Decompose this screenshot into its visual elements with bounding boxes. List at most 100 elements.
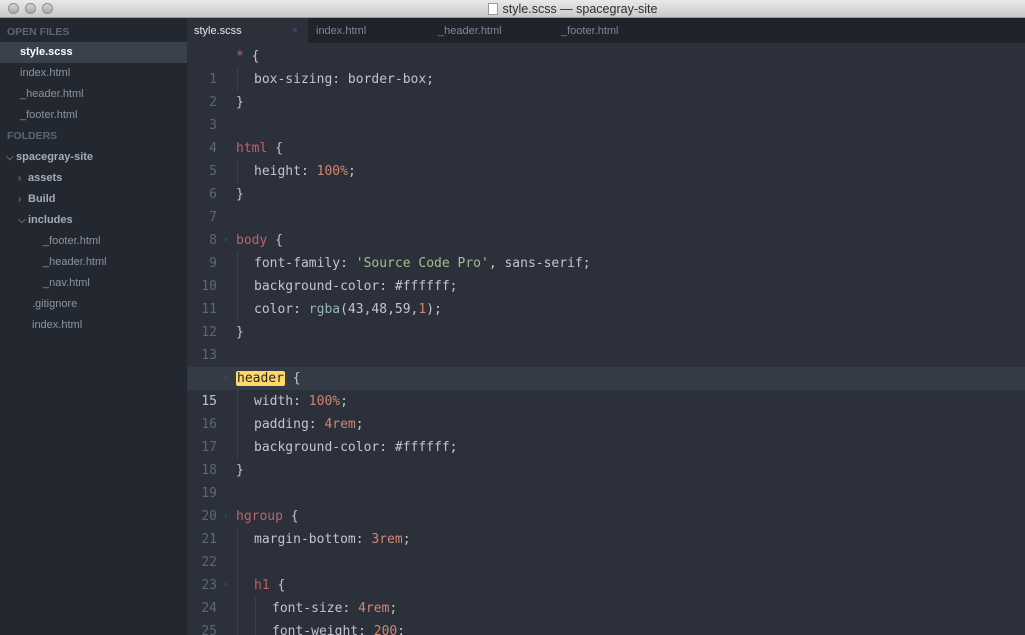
- semicolon: ;: [347, 164, 356, 179]
- brace: }: [236, 95, 244, 110]
- fold-arrow-icon[interactable]: ›: [223, 574, 228, 597]
- tab-header-html[interactable]: _header.html: [438, 18, 502, 43]
- css-value: , sans-serif;: [488, 256, 591, 271]
- code-editor[interactable]: 1 * { 2 box-sizing: border-box; 3 } 4 5 …: [187, 43, 1025, 635]
- code-line: 16 width: 100%;: [187, 390, 1025, 432]
- code-line: 18 background-color: #ffffff;: [187, 436, 1025, 478]
- fold-arrow-icon[interactable]: ›: [223, 229, 228, 252]
- open-file-header-html[interactable]: _header.html: [20, 84, 84, 105]
- code-line: 5 html {: [187, 137, 1025, 179]
- css-property: margin-bottom:: [254, 532, 372, 547]
- css-property: color:: [254, 302, 309, 317]
- brace: }: [236, 187, 244, 202]
- code-line: 13 }: [187, 321, 1025, 363]
- semicolon: );: [426, 302, 442, 317]
- css-value: 100%: [308, 394, 341, 409]
- css-value: 3rem: [371, 532, 403, 547]
- css-property: height:: [254, 164, 317, 179]
- title-bar: style.scss — spacegray-site: [0, 0, 1025, 18]
- code-line: 25 font-size: 4rem;: [187, 597, 1025, 635]
- file-gitignore[interactable]: .gitignore: [32, 294, 77, 315]
- folder-assets[interactable]: › assets: [18, 168, 62, 189]
- css-selector: hgroup: [236, 509, 283, 524]
- code-line: 1 * {: [187, 45, 1025, 87]
- css-selector: h1: [254, 578, 270, 593]
- code-line: 14: [187, 344, 1025, 386]
- code-line: 19 }: [187, 459, 1025, 501]
- folder-spacegray-site[interactable]: ⌵ spacegray-site: [6, 147, 93, 168]
- brace: }: [236, 325, 244, 340]
- css-declaration: background-color: #ffffff;: [254, 440, 458, 455]
- file-index-html[interactable]: index.html: [32, 315, 82, 336]
- fold-arrow-icon[interactable]: ›: [223, 367, 228, 390]
- brace: {: [282, 509, 299, 524]
- folder-label: assets: [28, 172, 63, 184]
- brace: {: [284, 371, 301, 386]
- open-file-footer-html[interactable]: _footer.html: [20, 105, 77, 126]
- brace: }: [236, 463, 244, 478]
- css-declaration: background-color: #ffffff;: [254, 279, 458, 294]
- code-line: 10 font-family: 'Source Code Pro', sans-…: [187, 252, 1025, 294]
- semicolon: ;: [355, 417, 364, 432]
- folder-label: includes: [28, 214, 73, 226]
- tab-bar: style.scss × index.html _header.html _fo…: [187, 18, 1025, 43]
- tab-label: index.html: [316, 25, 367, 37]
- css-value: 200: [373, 624, 398, 635]
- code-line: 4: [187, 114, 1025, 156]
- css-args: (43,48,59,: [340, 302, 419, 317]
- window-title-area: style.scss — spacegray-site: [0, 1, 1025, 17]
- brace: {: [267, 141, 283, 156]
- tab-footer-html[interactable]: _footer.html: [561, 18, 618, 43]
- css-string: 'Source Code Pro': [355, 256, 489, 271]
- folder-label: Build: [28, 193, 56, 205]
- semicolon: ;: [389, 601, 398, 616]
- highlighted-selector: header: [236, 371, 285, 386]
- folders-header: FOLDERS: [7, 130, 58, 142]
- css-property: width:: [254, 394, 309, 409]
- code-line: 9 › body {: [187, 229, 1025, 271]
- open-file-index-html[interactable]: index.html: [20, 63, 70, 84]
- fold-arrow-icon[interactable]: ›: [223, 505, 228, 528]
- css-selector: body: [236, 233, 268, 248]
- tab-index-html[interactable]: index.html: [316, 18, 366, 43]
- brace: {: [267, 233, 283, 248]
- css-property: font-size:: [272, 601, 359, 616]
- css-property: font-weight:: [272, 624, 374, 635]
- code-line: 2 box-sizing: border-box;: [187, 68, 1025, 110]
- css-value: 4rem: [358, 601, 390, 616]
- code-line: 3 }: [187, 91, 1025, 133]
- close-icon[interactable]: ×: [292, 18, 298, 44]
- code-line: 24 › h1 {: [187, 574, 1025, 616]
- css-property: font-family:: [254, 256, 356, 271]
- css-value: 4rem: [324, 417, 356, 432]
- tab-style-scss[interactable]: style.scss ×: [187, 18, 308, 43]
- window-title: style.scss — spacegray-site: [502, 2, 658, 16]
- css-selector: html: [236, 141, 268, 156]
- css-value: 100%: [316, 164, 348, 179]
- code-line: 22 margin-bottom: 3rem;: [187, 528, 1025, 570]
- brace: {: [243, 49, 260, 64]
- brace: {: [269, 578, 286, 593]
- code-line: 6 height: 100%;: [187, 160, 1025, 202]
- semicolon: ;: [340, 394, 348, 409]
- code-line: 23: [187, 551, 1025, 593]
- code-line: 26 font-weight: 200;: [187, 620, 1025, 635]
- css-function: rgba: [308, 302, 341, 317]
- file-footer-html[interactable]: _footer.html: [43, 231, 100, 252]
- chevron-right-icon: ›: [18, 194, 22, 205]
- css-declaration: box-sizing: border-box;: [254, 72, 435, 87]
- folder-includes[interactable]: ⌵ includes: [18, 210, 73, 231]
- sidebar: OPEN FILES style.scss index.html _header…: [0, 18, 187, 635]
- code-line: 11 background-color: #ffffff;: [187, 275, 1025, 317]
- folder-label: spacegray-site: [16, 151, 94, 163]
- chevron-down-icon: ⌵: [6, 152, 14, 163]
- tab-label: _header.html: [438, 25, 502, 37]
- semicolon: ;: [402, 532, 411, 547]
- file-nav-html[interactable]: _nav.html: [43, 273, 90, 294]
- open-files-header: OPEN FILES: [7, 26, 70, 38]
- file-header-html[interactable]: _header.html: [43, 252, 107, 273]
- open-file-style-scss[interactable]: style.scss: [0, 42, 187, 63]
- current-code-line: 15 › header {: [187, 367, 1025, 409]
- folder-build[interactable]: › Build: [18, 189, 56, 210]
- chevron-down-icon: ⌵: [18, 215, 26, 226]
